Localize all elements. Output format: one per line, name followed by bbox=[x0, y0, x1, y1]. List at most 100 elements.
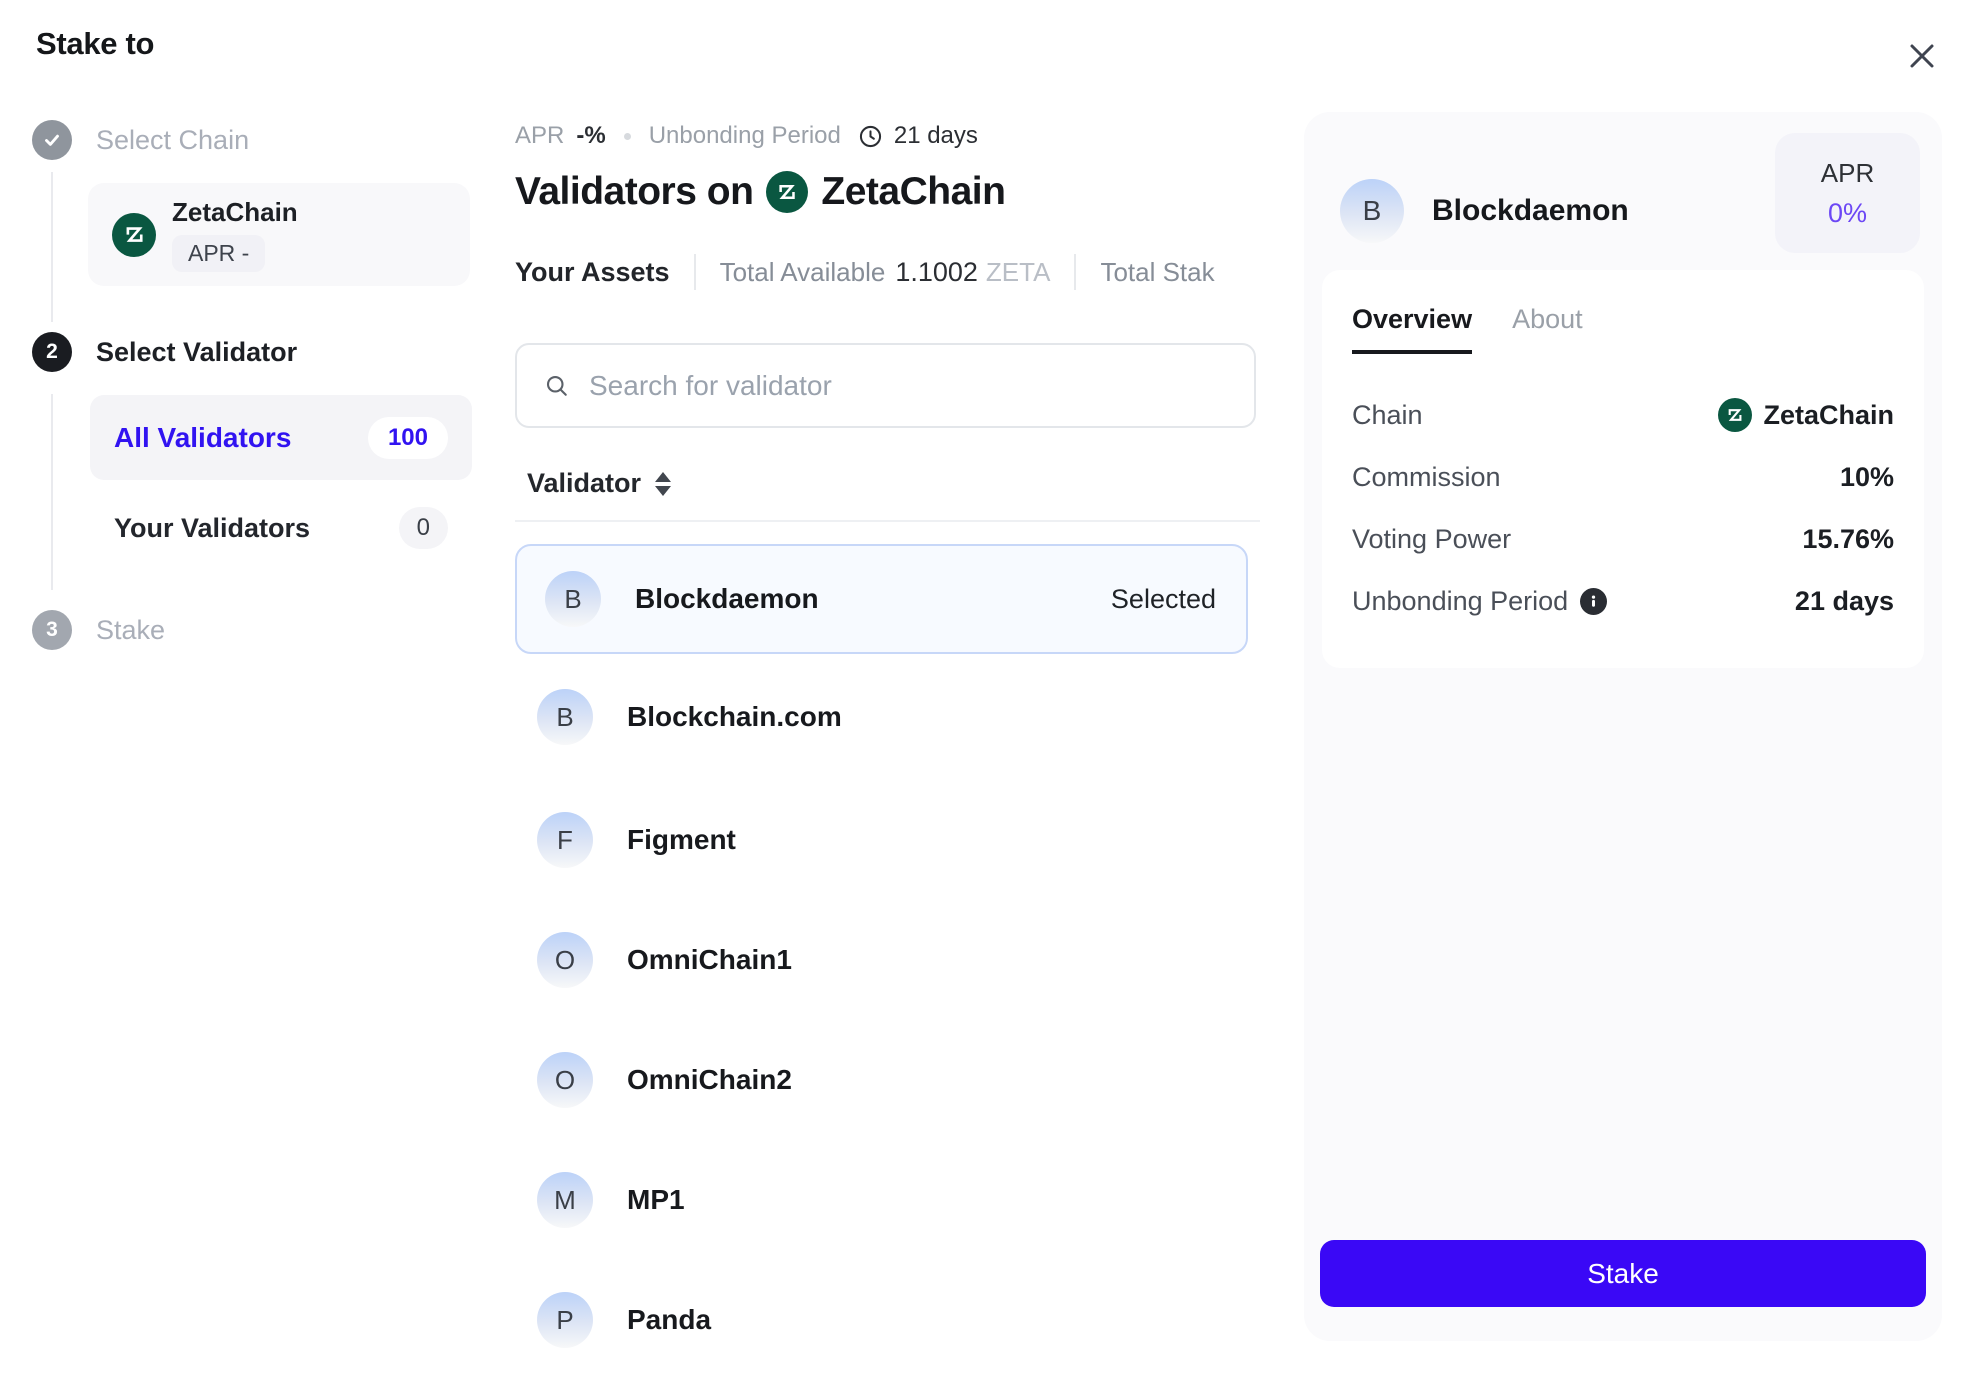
check-icon bbox=[41, 129, 63, 151]
detail-label: Voting Power bbox=[1352, 524, 1511, 555]
selected-badge: Selected bbox=[1111, 584, 1216, 615]
validator-column-label: Validator bbox=[527, 468, 641, 499]
all-validators-count-badge: 100 bbox=[368, 417, 448, 459]
step-number-3: 3 bbox=[32, 610, 72, 650]
step-select-chain: Select Chain bbox=[32, 120, 249, 160]
chain-meta-row: APR -% Unbonding Period 21 days bbox=[515, 122, 978, 150]
zetachain-logo-icon bbox=[112, 213, 156, 257]
zetachain-logo-icon bbox=[766, 171, 808, 213]
apr-chip: APR 0% bbox=[1775, 133, 1920, 253]
validator-row-omnichain1[interactable]: O OmniChain1 bbox=[515, 900, 1248, 1020]
avatar: O bbox=[537, 1052, 593, 1108]
avatar: P bbox=[537, 1292, 593, 1348]
validator-row-mp1[interactable]: M MP1 bbox=[515, 1140, 1248, 1260]
page-title: Stake to bbox=[36, 26, 154, 62]
avatar: B bbox=[537, 689, 593, 745]
unbonding-meta-label: Unbonding Period bbox=[649, 122, 841, 150]
total-available-unit: ZETA bbox=[986, 257, 1051, 288]
filter-your-validators-label: Your Validators bbox=[114, 513, 310, 544]
divider bbox=[694, 254, 696, 290]
validator-row-blockchain-com[interactable]: B Blockchain.com bbox=[515, 654, 1248, 780]
step-label-stake: Stake bbox=[96, 615, 165, 646]
total-available-value: 1.1002 bbox=[895, 257, 978, 288]
validator-row-omnichain2[interactable]: O OmniChain2 bbox=[515, 1020, 1248, 1140]
detail-card: Overview About Chain ZetaChain Commissio… bbox=[1322, 270, 1924, 668]
stake-modal: Stake to Select Chain ZetaChain APR - 2 … bbox=[0, 0, 1980, 1376]
validator-column-header[interactable]: Validator bbox=[527, 468, 671, 499]
total-available-label: Total Available bbox=[720, 257, 886, 288]
detail-row-commission: Commission 10% bbox=[1352, 446, 1894, 508]
sort-icon bbox=[655, 472, 671, 496]
step-number-2: 2 bbox=[32, 332, 72, 372]
filter-all-validators[interactable]: All Validators 100 bbox=[90, 395, 472, 480]
chain-apr-badge: APR - bbox=[172, 235, 265, 272]
filter-all-validators-label: All Validators bbox=[114, 422, 291, 454]
validator-name: Blockdaemon bbox=[635, 583, 819, 615]
detail-label: Chain bbox=[1352, 400, 1423, 431]
apr-meta-value: -% bbox=[576, 122, 605, 150]
validator-name: OmniChain2 bbox=[627, 1064, 792, 1096]
detail-value: 21 days bbox=[1795, 586, 1894, 617]
detail-value: 10% bbox=[1840, 462, 1894, 493]
tab-about[interactable]: About bbox=[1512, 304, 1583, 354]
step-check-circle bbox=[32, 120, 72, 160]
detail-rows: Chain ZetaChain Commission 10% Voting Po… bbox=[1352, 384, 1894, 632]
detail-label: Unbonding Period bbox=[1352, 586, 1568, 617]
validators-title: Validators on ZetaChain bbox=[515, 170, 1005, 214]
tab-overview[interactable]: Overview bbox=[1352, 304, 1472, 354]
avatar: F bbox=[537, 812, 593, 868]
stepper-connector-2 bbox=[51, 394, 53, 590]
avatar: O bbox=[537, 932, 593, 988]
apr-chip-value: 0% bbox=[1828, 198, 1867, 229]
close-button[interactable] bbox=[1896, 30, 1948, 82]
validator-name: Blockchain.com bbox=[627, 701, 842, 733]
validator-detail-panel: B Blockdaemon APR 0% Overview About Chai… bbox=[1304, 112, 1942, 1341]
validator-name: Panda bbox=[627, 1304, 711, 1336]
apr-meta-label: APR bbox=[515, 122, 564, 150]
validators-title-chain: ZetaChain bbox=[821, 170, 1005, 214]
validator-row-panda[interactable]: P Panda bbox=[515, 1260, 1248, 1376]
stepper-connector-1 bbox=[51, 172, 53, 322]
unbonding-meta-value: 21 days bbox=[894, 122, 978, 150]
validator-row-figment[interactable]: F Figment bbox=[515, 780, 1248, 900]
total-staked-label: Total Stak bbox=[1100, 257, 1214, 288]
detail-validator-name: Blockdaemon bbox=[1432, 194, 1629, 228]
divider bbox=[1074, 254, 1076, 290]
validator-row-blockdaemon[interactable]: B Blockdaemon Selected bbox=[515, 544, 1248, 654]
validator-name: Figment bbox=[627, 824, 736, 856]
detail-value: 15.76% bbox=[1802, 524, 1894, 555]
selected-chain-card[interactable]: ZetaChain APR - bbox=[88, 183, 470, 286]
detail-header: B Blockdaemon bbox=[1340, 147, 1629, 275]
filter-your-validators[interactable]: Your Validators 0 bbox=[90, 500, 472, 556]
validator-name: OmniChain1 bbox=[627, 944, 792, 976]
zetachain-logo-icon bbox=[1718, 398, 1752, 432]
list-divider bbox=[515, 520, 1260, 522]
search-icon bbox=[543, 372, 571, 400]
chain-card-name: ZetaChain bbox=[172, 197, 298, 228]
your-assets-label: Your Assets bbox=[515, 257, 670, 288]
validators-title-prefix: Validators on bbox=[515, 170, 753, 214]
your-validators-count-badge: 0 bbox=[399, 507, 448, 549]
avatar: B bbox=[1340, 179, 1404, 243]
avatar: M bbox=[537, 1172, 593, 1228]
detail-label: Commission bbox=[1352, 462, 1501, 493]
step-select-validator: 2 Select Validator bbox=[32, 332, 297, 372]
close-icon bbox=[1902, 36, 1942, 76]
assets-summary-row: Your Assets Total Available 1.1002 ZETA … bbox=[515, 254, 1260, 290]
validator-list: B Blockdaemon Selected B Blockchain.com … bbox=[515, 544, 1248, 1376]
step-label-select-chain: Select Chain bbox=[96, 125, 249, 156]
validator-name: MP1 bbox=[627, 1184, 685, 1216]
step-stake: 3 Stake bbox=[32, 610, 165, 650]
apr-chip-label: APR bbox=[1821, 158, 1874, 189]
dot-separator bbox=[624, 133, 631, 140]
stake-button[interactable]: Stake bbox=[1320, 1240, 1926, 1307]
validators-column: APR -% Unbonding Period 21 days Validato… bbox=[515, 0, 1260, 1376]
detail-tabs: Overview About bbox=[1352, 304, 1894, 354]
step-label-select-validator: Select Validator bbox=[96, 337, 297, 368]
detail-row-unbonding: Unbonding Period 21 days bbox=[1352, 570, 1894, 632]
clock-icon bbox=[857, 123, 884, 150]
info-icon[interactable] bbox=[1580, 588, 1607, 615]
search-input[interactable] bbox=[589, 370, 1228, 402]
detail-row-voting-power: Voting Power 15.76% bbox=[1352, 508, 1894, 570]
detail-value: ZetaChain bbox=[1763, 400, 1894, 431]
